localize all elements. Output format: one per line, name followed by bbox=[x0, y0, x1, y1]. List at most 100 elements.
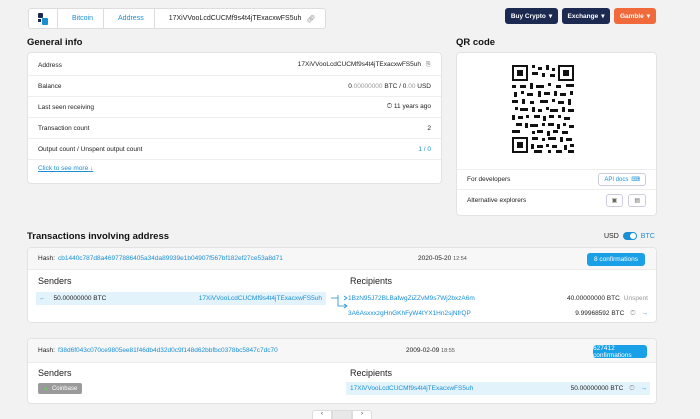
recipients-title: Recipients bbox=[350, 276, 393, 286]
clock-icon: 🕒︎ bbox=[629, 384, 635, 392]
transaction-card: Hash: cb1440c787d8a46977886405a34da89939… bbox=[27, 247, 657, 323]
transaction-card: Hash: f38d6f043c070ce9805ee81f46db4d32d0… bbox=[27, 338, 657, 404]
info-row-address: Address 17XiVVooLcdCUCMf9s4t4jTExacxwFS5… bbox=[28, 55, 441, 76]
balance-value: 0.00000000 BTC / 0.00 USD bbox=[348, 83, 431, 90]
toggle-btc-label: BTC bbox=[640, 232, 655, 240]
gamble-label: Gamble bbox=[619, 12, 644, 20]
exchange-label: Exchange bbox=[567, 12, 599, 20]
recipient-amount: 9.99968592 BTC bbox=[575, 310, 625, 317]
logo-icon bbox=[38, 12, 48, 25]
clock-icon: 🕒︎ bbox=[630, 309, 636, 317]
transaction-header: Hash: f38d6f043c070ce9805ee81f46db4d32d0… bbox=[28, 339, 656, 363]
arrow-right-icon[interactable]: → bbox=[642, 310, 649, 317]
alternative-explorers-row: Alternative explorers ▣︎ ▤︎ bbox=[457, 190, 656, 211]
breadcrumb-address[interactable]: Address bbox=[104, 9, 155, 28]
api-docs-label: API docs bbox=[604, 176, 629, 183]
output-count-value[interactable]: 1 / 0 bbox=[418, 146, 431, 153]
currency-toggle[interactable]: USD BTC bbox=[604, 232, 655, 240]
address-value: 17XiVVooLcdCUCMf9s4t4jTExacxwFS5uh bbox=[297, 61, 421, 68]
explorer-logo-icon: ▤︎ bbox=[634, 198, 640, 204]
currency-switch[interactable] bbox=[622, 232, 637, 240]
coinbase-label: Coinbase bbox=[51, 385, 78, 392]
info-row-last-seen: Last seen receiving 🕒︎ 11 years ago bbox=[28, 97, 441, 118]
general-info-card: Address 17XiVVooLcdCUCMf9s4t4jTExacxwFS5… bbox=[27, 52, 442, 184]
recipient-row: 3A6AsxxxzgHnGKhFyW4tYX1Hn2sjNfrQP 9.9996… bbox=[348, 307, 648, 320]
toggle-usd-label: USD bbox=[604, 232, 619, 240]
recipient-row: 17XiVVooLcdCUCMf9s4t4jTExacxwFS5uh 50.00… bbox=[346, 382, 650, 395]
buy-crypto-button[interactable]: Buy Crypto ▾ bbox=[505, 8, 558, 24]
transactions-title: Transactions involving address bbox=[27, 231, 170, 242]
caret-down-icon: ▾ bbox=[646, 13, 651, 20]
page-prev-button[interactable]: ‹ bbox=[312, 410, 332, 419]
sender-address[interactable]: 17XiVVooLcdCUCMf9s4t4jTExacxwFS5uh bbox=[199, 295, 322, 302]
caret-down-icon: ▾ bbox=[548, 13, 553, 20]
balance-unit: BTC / 0 bbox=[384, 82, 407, 90]
tx-time-value: 12:54 bbox=[453, 256, 467, 262]
explorer-button-1[interactable]: ▣︎ bbox=[605, 194, 624, 207]
info-row-tx-count: Transaction count 2 bbox=[28, 118, 441, 139]
info-value: 17XiVVooLcdCUCMf9s4t4jTExacxwFS5uh ⎘ bbox=[298, 61, 431, 69]
info-label: Transaction count bbox=[38, 124, 90, 132]
info-row-balance: Balance 0.00000000 BTC / 0.00 USD bbox=[28, 76, 441, 97]
arrow-left-icon[interactable]: ← bbox=[39, 295, 46, 302]
explorer-buttons: ▣︎ ▤︎ bbox=[605, 194, 646, 207]
tx-time-value: 18:55 bbox=[441, 348, 455, 354]
tx-date-value: 2020-05-20 bbox=[418, 255, 452, 262]
clock-icon: 🕒︎ bbox=[386, 103, 393, 110]
breadcrumb-current-label: 17XiVVooLcdCUCMf9s4t4jTExacxwFS5uh bbox=[168, 15, 302, 22]
last-seen-value: 11 years ago bbox=[393, 103, 431, 110]
recipient-address[interactable]: 3A6AsxxxzgHnGKhFyW4tYX1Hn2sjNfrQP bbox=[348, 310, 471, 317]
explorer-button-2[interactable]: ▤︎ bbox=[628, 194, 646, 207]
gamble-button[interactable]: Gamble ▾ bbox=[614, 8, 656, 24]
info-label: Last seen receiving bbox=[38, 103, 95, 111]
exchange-button[interactable]: Exchange ▾ bbox=[562, 8, 610, 24]
info-row-output-count: Output count / Unspent output count 1 / … bbox=[28, 139, 441, 160]
info-value: 🕒︎ 11 years ago bbox=[387, 103, 431, 111]
for-developers-row: For developers API docs ⌨︎ bbox=[457, 169, 656, 190]
copy-icon[interactable]: ⎘ bbox=[426, 61, 431, 68]
qr-code-image bbox=[512, 65, 574, 153]
flow-arrow-icon bbox=[331, 295, 348, 309]
transaction-header: Hash: cb1440c787d8a46977886405a34da89939… bbox=[28, 248, 656, 270]
explorer-logo-icon: ▣︎ bbox=[611, 198, 618, 204]
arrow-right-icon[interactable]: → bbox=[641, 385, 648, 392]
tx-hash-link[interactable]: f38d6f043c070ce9805ee81f46db4d32d0c9f148… bbox=[58, 347, 278, 354]
site-logo[interactable] bbox=[29, 9, 58, 28]
recipient-amount: 50.00000000 BTC bbox=[570, 385, 624, 392]
see-more-link[interactable]: Click to see more ↓ bbox=[38, 165, 93, 172]
info-label: Address bbox=[38, 61, 62, 69]
info-label: Output count / Unspent output count bbox=[38, 145, 143, 153]
hash-label: Hash: bbox=[38, 347, 55, 354]
api-docs-button[interactable]: API docs ⌨︎ bbox=[598, 173, 646, 186]
recipient-amount: 40.00000000 BTC bbox=[567, 295, 620, 302]
tx-date: 2020-05-20 12:54 bbox=[418, 255, 467, 262]
recipients-title: Recipients bbox=[350, 368, 393, 378]
senders-title: Senders bbox=[38, 276, 72, 286]
recipient-address[interactable]: 1BzN95J72BLBafwgZiZZvM9s7Wj2bxzA6m bbox=[348, 295, 475, 302]
confirmations-badge[interactable]: 627412 confirmations bbox=[593, 345, 647, 359]
link-icon[interactable]: 🔗︎ bbox=[306, 15, 315, 23]
buy-crypto-label: Buy Crypto bbox=[510, 12, 546, 20]
page-next-button[interactable]: › bbox=[352, 410, 372, 419]
tx-count-value: 2 bbox=[427, 124, 431, 132]
balance-decimals: .00000000 bbox=[351, 82, 383, 90]
terminal-icon: ⌨︎ bbox=[631, 177, 640, 183]
hash-label: Hash: bbox=[38, 255, 55, 262]
qr-card: For developers API docs ⌨︎ Alternative e… bbox=[456, 52, 657, 216]
coinbase-icon: ▲ bbox=[43, 385, 49, 392]
recipient-address[interactable]: 17XiVVooLcdCUCMf9s4t4jTExacxwFS5uh bbox=[350, 385, 473, 392]
see-more-label: Click to see more bbox=[38, 165, 89, 172]
breadcrumb-bitcoin[interactable]: Bitcoin bbox=[58, 9, 105, 28]
tx-hash-link[interactable]: cb1440c787d8a46977886405a34da89939e1b049… bbox=[58, 255, 283, 262]
usd-decimals: .00 bbox=[406, 82, 416, 90]
confirmations-badge[interactable]: 8 confirmations bbox=[587, 253, 645, 266]
general-info-title: General info bbox=[27, 37, 83, 48]
for-developers-label: For developers bbox=[467, 176, 511, 183]
senders-title: Senders bbox=[38, 368, 72, 378]
arrow-down-icon: ↓ bbox=[90, 165, 94, 172]
page-current-button[interactable] bbox=[332, 410, 352, 419]
qr-title: QR code bbox=[456, 37, 496, 48]
caret-down-icon: ▾ bbox=[601, 13, 605, 20]
tx-date: 2009-02-09 18:55 bbox=[406, 347, 455, 354]
coinbase-badge: ▲ Coinbase bbox=[38, 383, 83, 394]
